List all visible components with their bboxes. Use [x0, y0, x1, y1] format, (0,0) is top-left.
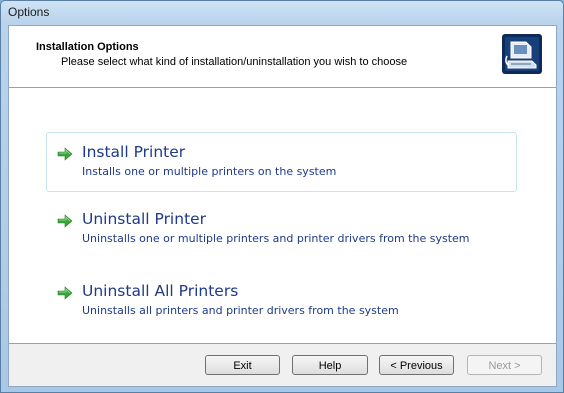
- option-title: Install Printer: [82, 143, 186, 161]
- option-description: Installs one or multiple printers on the…: [82, 165, 337, 178]
- green-arrow-icon: [57, 147, 73, 161]
- title-bar[interactable]: Options: [1, 1, 563, 25]
- option-uninstall-printer[interactable]: Uninstall Printer Uninstalls one or mult…: [46, 199, 517, 259]
- wizard-header: Installation Options Please select what …: [9, 26, 556, 88]
- option-description: Uninstalls one or multiple printers and …: [82, 232, 470, 245]
- option-install-printer[interactable]: Install Printer Installs one or multiple…: [46, 132, 517, 192]
- header-subtitle: Please select what kind of installation/…: [61, 56, 408, 68]
- green-arrow-icon: [57, 286, 73, 300]
- window-title: Options: [8, 5, 50, 19]
- footer-divider: [9, 343, 556, 344]
- help-button[interactable]: Help: [292, 355, 368, 375]
- option-title: Uninstall Printer: [82, 210, 207, 228]
- next-button[interactable]: Next >: [467, 355, 542, 375]
- option-uninstall-all-printers[interactable]: Uninstall All Printers Uninstalls all pr…: [46, 271, 517, 331]
- previous-button[interactable]: < Previous: [379, 355, 454, 375]
- header-title: Installation Options: [36, 41, 139, 53]
- exit-button[interactable]: Exit: [205, 355, 280, 375]
- printer-computer-icon: [502, 34, 542, 74]
- option-description: Uninstalls all printers and printer driv…: [82, 304, 399, 317]
- options-dialog: Options Installation Options Please sele…: [0, 0, 564, 393]
- options-panel: Install Printer Installs one or multiple…: [9, 88, 556, 343]
- option-title: Uninstall All Printers: [82, 282, 239, 300]
- green-arrow-icon: [57, 214, 73, 228]
- dialog-client-area: Installation Options Please select what …: [8, 25, 557, 387]
